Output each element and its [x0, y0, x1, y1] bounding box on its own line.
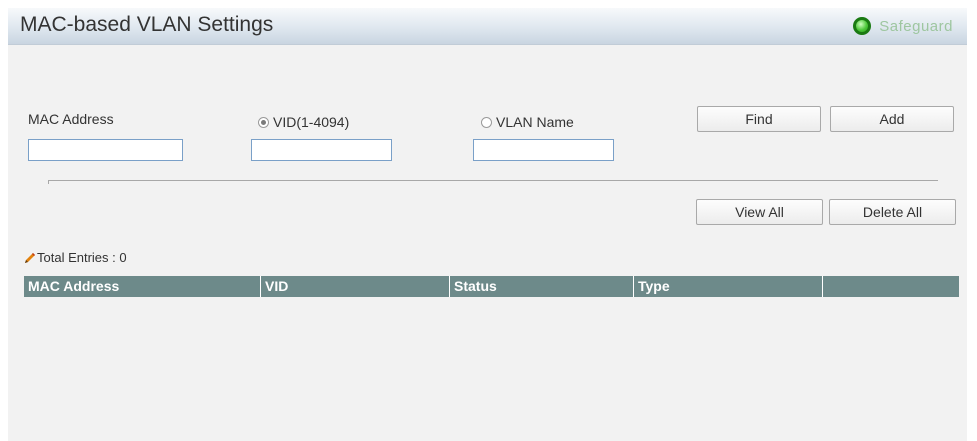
- column-header-mac-address: MAC Address: [24, 276, 261, 297]
- vlan-name-radio-option[interactable]: VLAN Name: [481, 114, 574, 130]
- vlan-name-radio-button[interactable]: [481, 117, 492, 128]
- vlan-name-input[interactable]: [473, 139, 614, 161]
- mac-address-label: MAC Address: [28, 111, 114, 127]
- add-button[interactable]: Add: [830, 106, 954, 132]
- column-header-vid: VID: [261, 276, 450, 297]
- column-header-extra: [823, 276, 959, 297]
- pencil-icon: [24, 252, 36, 264]
- title-bar: MAC-based VLAN Settings Safeguard: [8, 8, 967, 45]
- safeguard-label: Safeguard: [879, 17, 953, 35]
- mac-address-input[interactable]: [28, 139, 183, 161]
- total-entries: Total Entries : 0: [24, 250, 127, 265]
- column-header-type: Type: [634, 276, 823, 297]
- vid-radio-label: VID(1-4094): [273, 114, 350, 130]
- delete-all-button[interactable]: Delete All: [829, 199, 956, 225]
- total-entries-text: Total Entries : 0: [37, 250, 127, 265]
- vid-radio-option[interactable]: VID(1-4094): [258, 114, 349, 130]
- page-title: MAC-based VLAN Settings: [20, 13, 274, 36]
- vid-input[interactable]: [251, 139, 392, 161]
- column-header-status: Status: [450, 276, 634, 297]
- safeguard-indicator[interactable]: Safeguard: [853, 17, 953, 35]
- section-divider: [48, 180, 938, 181]
- content-frame: MAC-based VLAN Settings Safeguard MAC Ad…: [8, 8, 967, 441]
- find-button[interactable]: Find: [697, 106, 821, 132]
- safeguard-status-icon: [853, 17, 872, 35]
- vlan-name-radio-label: VLAN Name: [496, 114, 574, 130]
- vid-radio-button[interactable]: [258, 117, 269, 128]
- view-all-button[interactable]: View All: [696, 199, 823, 225]
- table-header: MAC Address VID Status Type: [24, 276, 959, 297]
- section-divider-tick: [48, 180, 49, 184]
